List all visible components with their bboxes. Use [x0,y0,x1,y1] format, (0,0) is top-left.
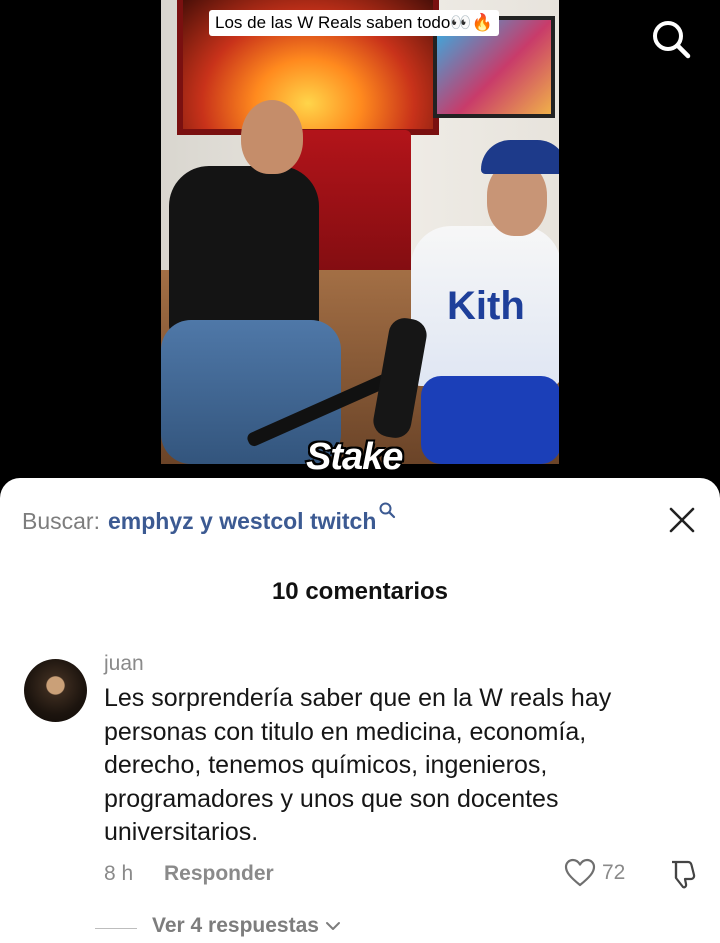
thumbs-down-icon [672,860,696,889]
like-button[interactable]: 72 [564,858,625,888]
search-button[interactable] [650,18,694,62]
replies-divider [95,928,137,929]
replies-row: Ver 4 respuestas [0,912,720,943]
comment-username[interactable]: juan [104,652,144,676]
dislike-button[interactable] [666,858,698,890]
like-count: 72 [602,861,626,884]
chevron-down-icon [325,922,340,930]
person-right-shirt: Kith [411,226,559,386]
view-replies-button[interactable]: Ver 4 respuestas [152,914,343,938]
person-right-shorts [421,376,559,464]
person-left-shirt [169,166,319,336]
search-icon [653,21,691,59]
shirt-brand-text: Kith [447,284,525,328]
stake-watermark: Stake [306,436,403,478]
reply-button[interactable]: Responder [164,862,274,886]
comment-text: Les sorprendería saber que en la W reals… [104,684,612,846]
comment-timestamp: 8 h [104,862,134,885]
heart-icon [564,858,596,887]
search-prefix: Buscar: [22,508,100,534]
close-icon [669,507,695,533]
video-caption: Los de las W Reals saben todo👀🔥 [209,10,499,36]
related-search-link[interactable]: Buscar: emphyz y westcol twitch [22,502,396,538]
video-player[interactable]: Kith Los de las W Reals saben todo👀🔥 Sta… [0,0,720,500]
search-query[interactable]: emphyz y westcol twitch [108,508,376,535]
search-icon [378,501,396,519]
avatar[interactable] [24,659,87,722]
comment-meta-row: 8 h Responder 72 [0,858,720,892]
video-frame: Kith [161,0,559,464]
video-person-right: Kith [411,140,559,464]
person-right-cap [481,140,559,174]
close-button[interactable] [668,506,696,534]
person-left-head [241,100,303,174]
comments-count-title: 10 comentarios [271,578,449,605]
view-replies-label: Ver 4 respuestas [152,914,319,937]
comments-sheet: Buscar: emphyz y westcol twitch 10 comen… [0,478,720,943]
